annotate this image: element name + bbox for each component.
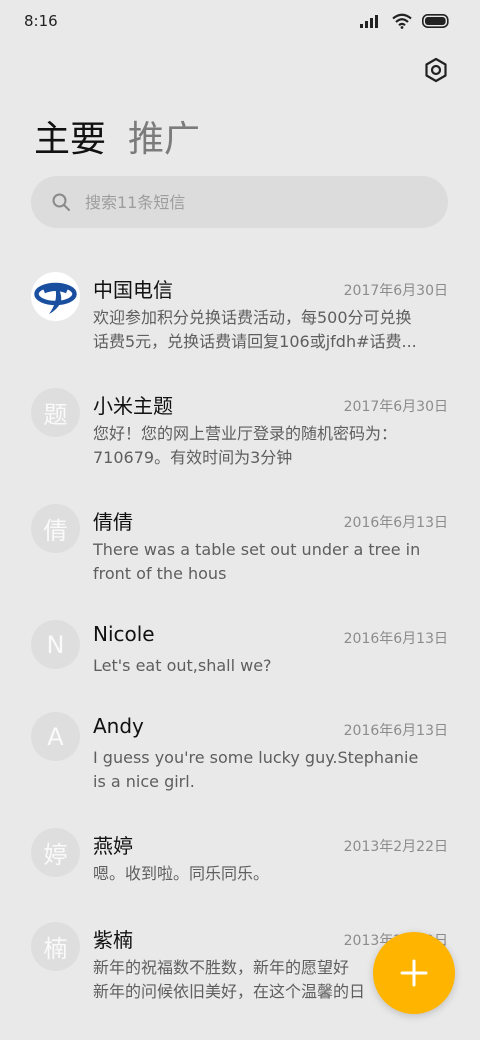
message-date: 2016年6月13日 bbox=[343, 723, 448, 739]
contact-name: 燕婷 bbox=[93, 834, 133, 858]
preview-line: is a nice girl. bbox=[93, 772, 195, 791]
message-preview: 您好！您的网上营业厅登录的随机密码为： 710679。有效时间为3分钟 bbox=[93, 422, 449, 470]
avatar bbox=[31, 272, 80, 321]
message-date: 2016年6月13日 bbox=[343, 631, 448, 647]
message-date: 2013年2月22日 bbox=[343, 839, 448, 855]
search-bar[interactable] bbox=[31, 176, 448, 228]
preview-line: I guess you're some lucky guy.Stephanie bbox=[93, 748, 419, 767]
contact-name: 中国电信 bbox=[93, 278, 173, 302]
china-telecom-logo bbox=[34, 282, 77, 314]
preview-line: 710679。有效时间为3分钟 bbox=[93, 448, 293, 467]
avatar: 楠 bbox=[31, 922, 80, 971]
status-bar: 8:16 bbox=[0, 0, 480, 42]
message-preview: 欢迎参加积分兑换话费活动，每500分可兑换 话费5元，兑换话费请回复106或jf… bbox=[93, 306, 449, 354]
hexagon-settings-icon bbox=[425, 57, 447, 83]
tab-promotions[interactable]: 推广 bbox=[128, 116, 200, 164]
search-icon bbox=[52, 193, 70, 211]
preview-line: 您好！您的网上营业厅登录的随机密码为： bbox=[93, 424, 398, 443]
wifi-icon bbox=[392, 13, 412, 29]
search-input[interactable] bbox=[83, 191, 407, 213]
tab-bar: 主要 推广 bbox=[34, 108, 200, 164]
contact-name: Nicole bbox=[93, 622, 155, 646]
message-date: 2016年6月13日 bbox=[343, 515, 448, 531]
status-time: 8:16 bbox=[24, 12, 58, 30]
preview-line: 话费5元，兑换话费请回复106或jfdh#话费... bbox=[93, 332, 417, 351]
contact-name: 倩倩 bbox=[93, 510, 133, 534]
avatar: N bbox=[31, 620, 80, 669]
preview-line: 欢迎参加积分兑换话费活动，每500分可兑换 bbox=[93, 308, 412, 327]
preview-line: front of the hous bbox=[93, 564, 227, 583]
messages-screen: 8:16 主要 推广 搜索11条短信 中国电信 2017年6月30日 欢迎参加积… bbox=[0, 0, 480, 1040]
message-preview: There was a table set out under a tree i… bbox=[93, 538, 449, 586]
avatar: 婷 bbox=[31, 828, 80, 877]
message-preview: Let's eat out,shall we? bbox=[93, 654, 449, 678]
message-date: 2017年6月30日 bbox=[343, 399, 448, 415]
message-preview: 嗯。收到啦。同乐同乐。 bbox=[93, 862, 449, 886]
tab-primary[interactable]: 主要 bbox=[34, 116, 106, 164]
contact-name: 小米主题 bbox=[93, 394, 173, 418]
avatar: 题 bbox=[31, 388, 80, 437]
battery-icon bbox=[422, 14, 449, 28]
message-preview: I guess you're some lucky guy.Stephanie … bbox=[93, 746, 449, 794]
compose-button[interactable] bbox=[373, 932, 455, 1014]
status-icons bbox=[360, 12, 450, 30]
contact-name: Andy bbox=[93, 714, 144, 738]
signal-icon bbox=[360, 15, 378, 28]
preview-line: There was a table set out under a tree i… bbox=[93, 540, 421, 559]
message-date: 2017年6月30日 bbox=[343, 283, 448, 299]
avatar: A bbox=[31, 712, 80, 761]
preview-line: 嗯。收到啦。同乐同乐。 bbox=[93, 864, 270, 883]
settings-button[interactable] bbox=[420, 54, 452, 86]
preview-line: Let's eat out,shall we? bbox=[93, 656, 272, 675]
avatar: 倩 bbox=[31, 504, 80, 553]
contact-name: 紫楠 bbox=[93, 928, 133, 952]
plus-icon bbox=[400, 959, 428, 987]
